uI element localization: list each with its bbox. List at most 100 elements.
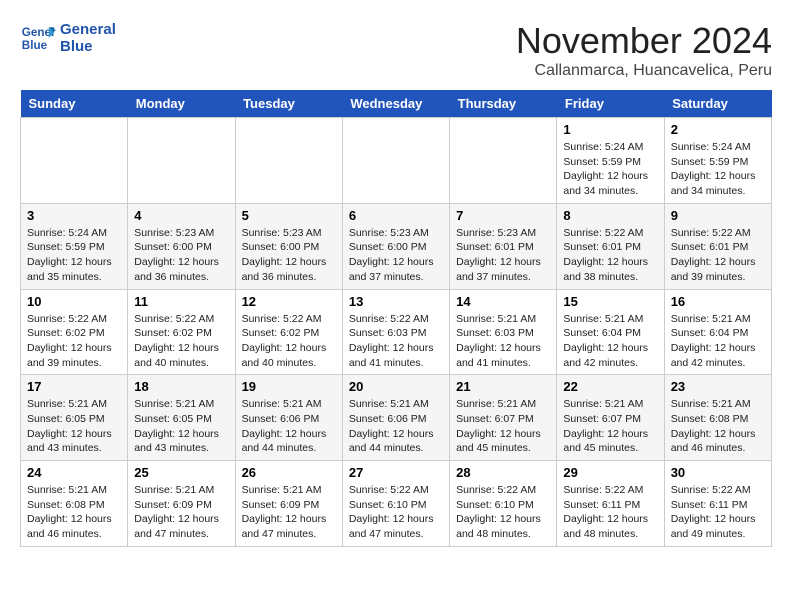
calendar-cell bbox=[235, 118, 342, 204]
cell-info: Sunrise: 5:21 AM Sunset: 6:08 PM Dayligh… bbox=[27, 483, 121, 542]
day-number: 24 bbox=[27, 465, 121, 480]
day-number: 10 bbox=[27, 294, 121, 309]
calendar-cell: 21Sunrise: 5:21 AM Sunset: 6:07 PM Dayli… bbox=[450, 375, 557, 461]
cell-info: Sunrise: 5:21 AM Sunset: 6:07 PM Dayligh… bbox=[456, 397, 550, 456]
day-number: 18 bbox=[134, 379, 228, 394]
col-header-saturday: Saturday bbox=[664, 90, 771, 118]
calendar-cell: 22 Sunrise: 5:21 AM Sunset: 6:07 PM Dayli… bbox=[557, 375, 664, 461]
logo-line2: Blue bbox=[60, 38, 116, 55]
cell-info: Sunrise: 5:22 AM Sunset: 6:10 PM Dayligh… bbox=[349, 483, 443, 542]
cell-info: Sunrise: 5:21 AM Sunset: 6:09 PM Dayligh… bbox=[134, 483, 228, 542]
calendar-cell: 6 Sunrise: 5:23 AM Sunset: 6:00 PM Daylig… bbox=[342, 203, 449, 289]
calendar-cell: 14Sunrise: 5:21 AM Sunset: 6:03 PM Dayli… bbox=[450, 289, 557, 375]
calendar-cell: 29Sunrise: 5:22 AM Sunset: 6:11 PM Dayli… bbox=[557, 461, 664, 547]
day-number: 25 bbox=[134, 465, 228, 480]
cell-info: Sunrise: 5:22 AM Sunset: 6:02 PM Dayligh… bbox=[242, 312, 336, 371]
location-title: Callanmarca, Huancavelica, Peru bbox=[516, 62, 772, 80]
calendar-cell: 27 Sunrise: 5:22 AM Sunset: 6:10 PM Dayli… bbox=[342, 461, 449, 547]
cell-info: Sunrise: 5:24 AM Sunset: 5:59 PM Dayligh… bbox=[27, 226, 121, 285]
day-number: 2 bbox=[671, 122, 765, 137]
cell-info: Sunrise: 5:22 AM Sunset: 6:02 PM Dayligh… bbox=[27, 312, 121, 371]
day-number: 1 bbox=[563, 122, 657, 137]
cell-info: Sunrise: 5:21 AM Sunset: 6:05 PM Dayligh… bbox=[27, 397, 121, 456]
calendar-cell: 3 Sunrise: 5:24 AM Sunset: 5:59 PM Daylig… bbox=[21, 203, 128, 289]
calendar-cell: 23Sunrise: 5:21 AM Sunset: 6:08 PM Dayli… bbox=[664, 375, 771, 461]
col-header-monday: Monday bbox=[128, 90, 235, 118]
cell-info: Sunrise: 5:22 AM Sunset: 6:01 PM Dayligh… bbox=[563, 226, 657, 285]
cell-info: Sunrise: 5:23 AM Sunset: 6:00 PM Dayligh… bbox=[134, 226, 228, 285]
calendar-cell: 13Sunrise: 5:22 AM Sunset: 6:03 PM Dayli… bbox=[342, 289, 449, 375]
svg-text:Blue: Blue bbox=[22, 39, 48, 52]
week-row-4: 17 Sunrise: 5:21 AM Sunset: 6:05 PM Dayli… bbox=[21, 375, 772, 461]
calendar-cell: 9 Sunrise: 5:22 AM Sunset: 6:01 PM Daylig… bbox=[664, 203, 771, 289]
cell-info: Sunrise: 5:22 AM Sunset: 6:02 PM Dayligh… bbox=[134, 312, 228, 371]
cell-info: Sunrise: 5:23 AM Sunset: 6:00 PM Dayligh… bbox=[349, 226, 443, 285]
day-number: 26 bbox=[242, 465, 336, 480]
cell-info: Sunrise: 5:22 AM Sunset: 6:10 PM Dayligh… bbox=[456, 483, 550, 542]
calendar-cell: 7 Sunrise: 5:23 AM Sunset: 6:01 PM Daylig… bbox=[450, 203, 557, 289]
calendar-cell: 4 Sunrise: 5:23 AM Sunset: 6:00 PM Daylig… bbox=[128, 203, 235, 289]
cell-info: Sunrise: 5:22 AM Sunset: 6:11 PM Dayligh… bbox=[563, 483, 657, 542]
day-number: 5 bbox=[242, 208, 336, 223]
logo: General Blue General Blue bbox=[20, 20, 116, 56]
cell-info: Sunrise: 5:21 AM Sunset: 6:04 PM Dayligh… bbox=[671, 312, 765, 371]
header-row: SundayMondayTuesdayWednesdayThursdayFrid… bbox=[21, 90, 772, 118]
page-header: General Blue General Blue November 2024 … bbox=[20, 20, 772, 80]
day-number: 27 bbox=[349, 465, 443, 480]
day-number: 14 bbox=[456, 294, 550, 309]
day-number: 19 bbox=[242, 379, 336, 394]
cell-info: Sunrise: 5:24 AM Sunset: 5:59 PM Dayligh… bbox=[671, 140, 765, 199]
cell-info: Sunrise: 5:21 AM Sunset: 6:04 PM Dayligh… bbox=[563, 312, 657, 371]
calendar-cell bbox=[128, 118, 235, 204]
calendar-cell: 19 Sunrise: 5:21 AM Sunset: 6:06 PM Dayli… bbox=[235, 375, 342, 461]
day-number: 12 bbox=[242, 294, 336, 309]
calendar-cell: 24 Sunrise: 5:21 AM Sunset: 6:08 PM Dayli… bbox=[21, 461, 128, 547]
week-row-5: 24 Sunrise: 5:21 AM Sunset: 6:08 PM Dayli… bbox=[21, 461, 772, 547]
calendar-cell: 30Sunrise: 5:22 AM Sunset: 6:11 PM Dayli… bbox=[664, 461, 771, 547]
cell-info: Sunrise: 5:22 AM Sunset: 6:11 PM Dayligh… bbox=[671, 483, 765, 542]
cell-info: Sunrise: 5:21 AM Sunset: 6:06 PM Dayligh… bbox=[242, 397, 336, 456]
cell-info: Sunrise: 5:21 AM Sunset: 6:06 PM Dayligh… bbox=[349, 397, 443, 456]
title-area: November 2024 Callanmarca, Huancavelica,… bbox=[516, 20, 772, 80]
calendar-cell: 5 Sunrise: 5:23 AM Sunset: 6:00 PM Daylig… bbox=[235, 203, 342, 289]
week-row-3: 10 Sunrise: 5:22 AM Sunset: 6:02 PM Dayli… bbox=[21, 289, 772, 375]
day-number: 8 bbox=[563, 208, 657, 223]
calendar-cell bbox=[450, 118, 557, 204]
day-number: 3 bbox=[27, 208, 121, 223]
day-number: 4 bbox=[134, 208, 228, 223]
cell-info: Sunrise: 5:21 AM Sunset: 6:07 PM Dayligh… bbox=[563, 397, 657, 456]
calendar-cell: 28Sunrise: 5:22 AM Sunset: 6:10 PM Dayli… bbox=[450, 461, 557, 547]
cell-info: Sunrise: 5:21 AM Sunset: 6:08 PM Dayligh… bbox=[671, 397, 765, 456]
day-number: 7 bbox=[456, 208, 550, 223]
calendar-cell: 2 Sunrise: 5:24 AM Sunset: 5:59 PM Daylig… bbox=[664, 118, 771, 204]
cell-info: Sunrise: 5:23 AM Sunset: 6:01 PM Dayligh… bbox=[456, 226, 550, 285]
calendar-cell: 10 Sunrise: 5:22 AM Sunset: 6:02 PM Dayli… bbox=[21, 289, 128, 375]
col-header-friday: Friday bbox=[557, 90, 664, 118]
calendar-cell bbox=[21, 118, 128, 204]
day-number: 13 bbox=[349, 294, 443, 309]
day-number: 22 bbox=[563, 379, 657, 394]
cell-info: Sunrise: 5:23 AM Sunset: 6:00 PM Dayligh… bbox=[242, 226, 336, 285]
cell-info: Sunrise: 5:22 AM Sunset: 6:01 PM Dayligh… bbox=[671, 226, 765, 285]
day-number: 6 bbox=[349, 208, 443, 223]
calendar-cell: 25 Sunrise: 5:21 AM Sunset: 6:09 PM Dayli… bbox=[128, 461, 235, 547]
day-number: 16 bbox=[671, 294, 765, 309]
calendar-cell: 18 Sunrise: 5:21 AM Sunset: 6:05 PM Dayli… bbox=[128, 375, 235, 461]
day-number: 9 bbox=[671, 208, 765, 223]
calendar-cell: 17 Sunrise: 5:21 AM Sunset: 6:05 PM Dayli… bbox=[21, 375, 128, 461]
calendar-cell: 12 Sunrise: 5:22 AM Sunset: 6:02 PM Dayli… bbox=[235, 289, 342, 375]
calendar-cell: 20Sunrise: 5:21 AM Sunset: 6:06 PM Dayli… bbox=[342, 375, 449, 461]
logo-line1: General bbox=[60, 21, 116, 38]
calendar-cell: 11Sunrise: 5:22 AM Sunset: 6:02 PM Dayli… bbox=[128, 289, 235, 375]
week-row-1: 1 Sunrise: 5:24 AM Sunset: 5:59 PM Daylig… bbox=[21, 118, 772, 204]
cell-info: Sunrise: 5:21 AM Sunset: 6:09 PM Dayligh… bbox=[242, 483, 336, 542]
day-number: 17 bbox=[27, 379, 121, 394]
cell-info: Sunrise: 5:21 AM Sunset: 6:05 PM Dayligh… bbox=[134, 397, 228, 456]
col-header-tuesday: Tuesday bbox=[235, 90, 342, 118]
week-row-2: 3 Sunrise: 5:24 AM Sunset: 5:59 PM Daylig… bbox=[21, 203, 772, 289]
col-header-wednesday: Wednesday bbox=[342, 90, 449, 118]
col-header-sunday: Sunday bbox=[21, 90, 128, 118]
calendar-cell: 8 Sunrise: 5:22 AM Sunset: 6:01 PM Daylig… bbox=[557, 203, 664, 289]
logo-icon: General Blue bbox=[20, 20, 56, 56]
cell-info: Sunrise: 5:24 AM Sunset: 5:59 PM Dayligh… bbox=[563, 140, 657, 199]
